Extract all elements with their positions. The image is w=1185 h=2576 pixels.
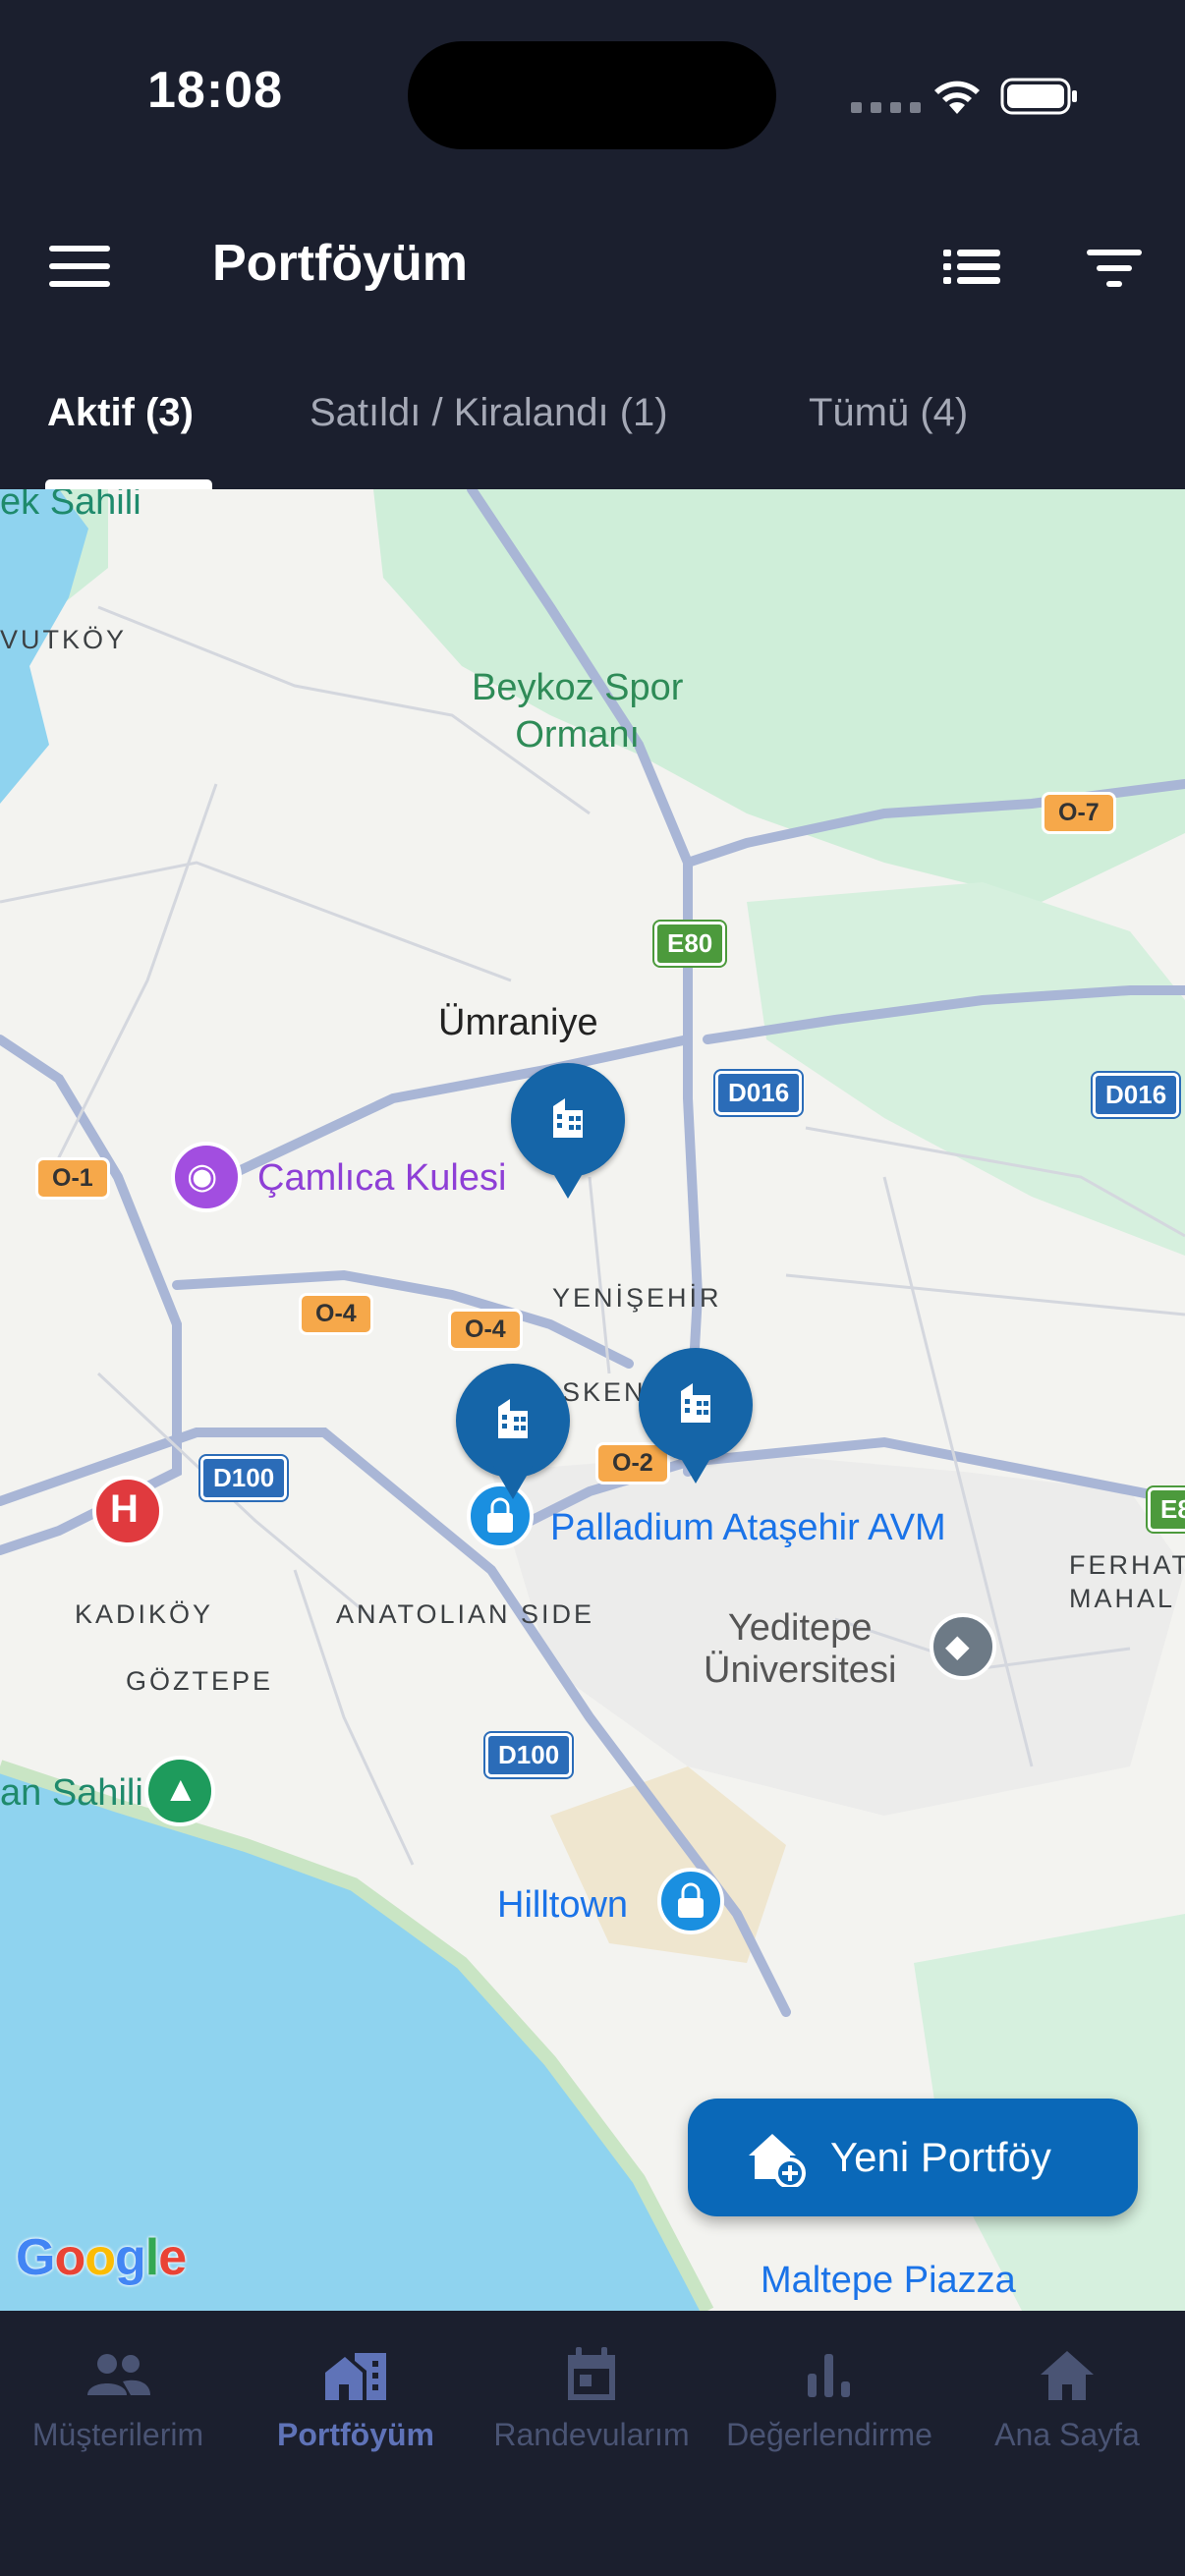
shopping-bag-icon <box>657 1868 724 1934</box>
road-shield-d016: D016 <box>715 1071 803 1115</box>
nav-label: Randevularım <box>493 2417 690 2452</box>
nav-label: Ana Sayfa <box>994 2417 1140 2452</box>
tab-satildi-kiralandi[interactable]: Satıldı / Kiralandı (1) <box>310 391 668 435</box>
map-label-hilltown: Hilltown <box>497 1884 629 1926</box>
map-label-yenisehir: YENİŞEHİR <box>552 1283 722 1313</box>
road-shield-e80: E80 <box>654 922 726 966</box>
building-icon <box>325 2353 386 2400</box>
map-label-vutkoy: VUTKÖY <box>0 625 128 654</box>
map-label-yeditepe: Yeditepe Üniversitesi <box>704 1607 897 1691</box>
nav-label: Değerlendirme <box>726 2417 932 2452</box>
map-label-sahili-top: ek Sahili <box>0 489 141 523</box>
tree-icon: ▲ <box>163 1768 198 1809</box>
filter-icon[interactable] <box>1081 244 1150 293</box>
property-marker[interactable] <box>456 1364 570 1503</box>
list-view-icon[interactable] <box>943 248 1002 287</box>
bar-chart-icon <box>808 2354 850 2397</box>
home-icon <box>1041 2351 1094 2400</box>
new-portfolio-button[interactable]: Yeni Portföy <box>688 2099 1138 2216</box>
tab-indicator <box>45 479 212 489</box>
tab-tumu[interactable]: Tümü (4) <box>809 391 968 435</box>
app-bar: Portföyüm <box>0 187 1185 334</box>
tab-bar: Aktif (3) Satıldı / Kiralandı (1) Tümü (… <box>0 334 1185 489</box>
status-time: 18:08 <box>147 62 283 119</box>
nav-label: Portföyüm <box>277 2417 434 2452</box>
building-icon <box>681 1383 710 1423</box>
map-view[interactable]: H ▲ ◉ ◆ ek Sahili VUTKÖY Beykoz Spor Orm… <box>0 489 1185 2311</box>
nav-musterilerim[interactable]: Müşterilerim <box>0 2340 236 2453</box>
page-title: Portföyüm <box>212 235 468 292</box>
road-shield-o4: O-4 <box>299 1293 373 1335</box>
property-marker[interactable] <box>639 1348 753 1487</box>
road-shield-e80: E8 <box>1148 1487 1185 1532</box>
map-label-maltepe: Maltepe Piazza <box>761 2260 1016 2301</box>
dynamic-island <box>408 41 776 149</box>
road-shield-o7: O-7 <box>1042 792 1116 834</box>
road-shield-d016: D016 <box>1093 1073 1180 1117</box>
map-label-goztepe: GÖZTEPE <box>126 1666 274 1696</box>
property-marker[interactable] <box>511 1063 625 1203</box>
map-label-sahili-bottom: an Sahili <box>0 1772 143 1814</box>
map-label-camlica: Çamlıca Kulesi <box>257 1157 507 1199</box>
people-icon <box>87 2354 150 2395</box>
battery-icon <box>1000 78 1077 115</box>
road-shield-o1: O-1 <box>35 1157 110 1200</box>
nav-portfoyum[interactable]: Portföyüm <box>238 2340 474 2453</box>
wifi-icon <box>934 81 980 114</box>
nav-label: Müşterilerim <box>31 2417 204 2452</box>
new-portfolio-label: Yeni Portföy <box>830 2134 1051 2180</box>
map-label-anatolian-side: ANATOLIAN SIDE <box>336 1599 595 1629</box>
map-label-kadikoy: KADIKÖY <box>75 1599 214 1629</box>
building-icon <box>553 1098 583 1138</box>
nav-randevularim[interactable]: Randevularım <box>474 2340 709 2453</box>
nav-ana-sayfa[interactable]: Ana Sayfa <box>949 2340 1185 2453</box>
add-home-icon <box>749 2134 806 2187</box>
menu-icon[interactable] <box>49 246 110 293</box>
building-icon <box>498 1399 528 1438</box>
map-label-palladium: Palladium Ataşehir AVM <box>550 1507 946 1548</box>
camera-icon: ◉ <box>187 1155 218 1196</box>
map-label-ferhat: FERHAT MAHAL <box>1069 1550 1185 1613</box>
map-label-umraniye: Ümraniye <box>438 1002 598 1043</box>
cellular-signal-icon <box>851 102 921 113</box>
hospital-icon: H <box>110 1487 139 1531</box>
status-bar: 18:08 <box>0 0 1185 187</box>
road-shield-d100: D100 <box>200 1456 288 1500</box>
graduation-cap-icon: ◆ <box>945 1628 970 1663</box>
road-shield-o4: O-4 <box>448 1309 523 1351</box>
map-label-beykoz: Beykoz Spor Ormanı <box>472 667 684 756</box>
tab-aktif[interactable]: Aktif (3) <box>47 391 194 435</box>
calendar-icon <box>568 2347 615 2400</box>
road-shield-d100: D100 <box>485 1733 573 1777</box>
bottom-navigation: Müşterilerim Portföyüm Randevularım Değe… <box>0 2311 1185 2576</box>
google-logo: Google <box>16 2229 187 2286</box>
nav-degerlendirme[interactable]: Değerlendirme <box>711 2340 947 2453</box>
